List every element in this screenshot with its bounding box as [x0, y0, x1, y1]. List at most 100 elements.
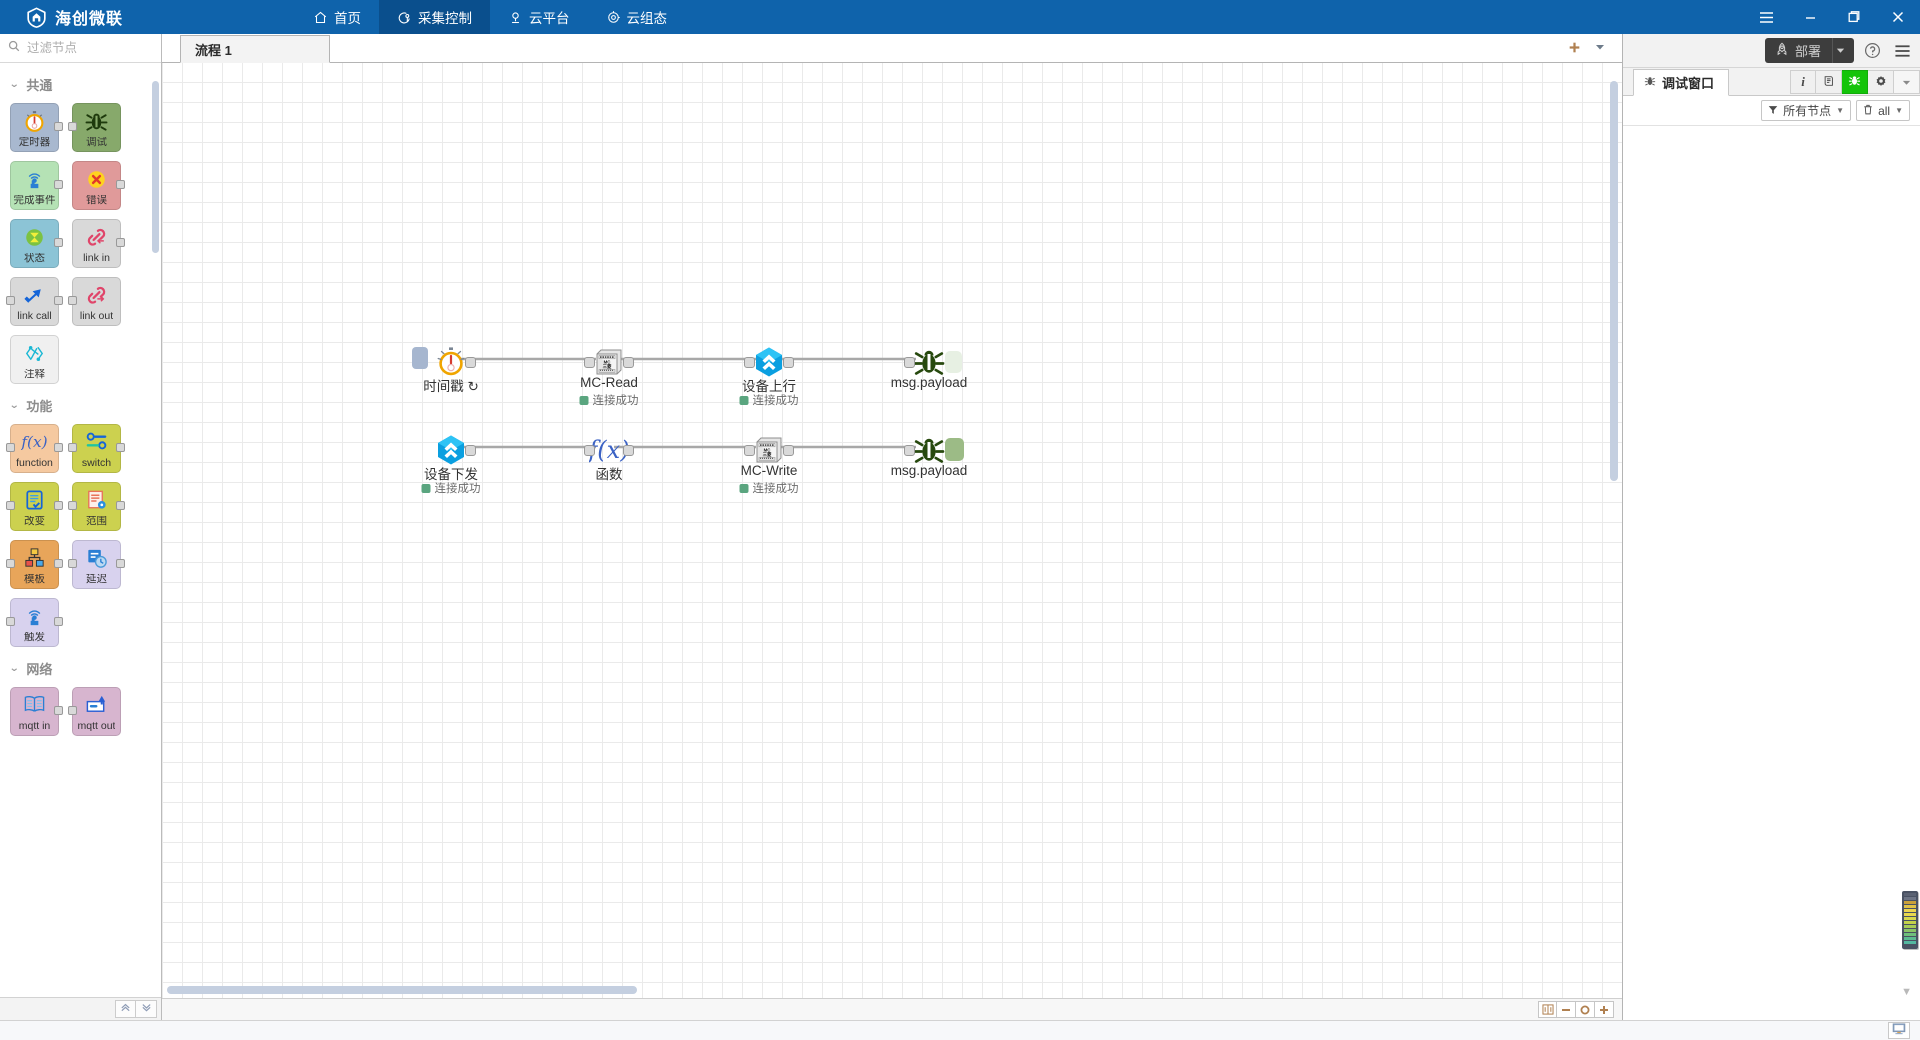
fit-view-button[interactable]: [1538, 1001, 1557, 1018]
node-output-port[interactable]: [116, 238, 125, 247]
deploy-main[interactable]: 部署: [1765, 38, 1832, 63]
node-input-port[interactable]: [68, 296, 77, 305]
node-output-port[interactable]: [54, 238, 63, 247]
palette-node-status[interactable]: 状态: [10, 219, 63, 268]
node-input-port[interactable]: [6, 443, 15, 452]
deploy-button[interactable]: 部署: [1764, 38, 1854, 63]
palette-node-link-call[interactable]: link call: [6, 277, 63, 326]
node-input-port[interactable]: [6, 617, 15, 626]
node-input-port[interactable]: [6, 501, 15, 510]
palette-node-link-in[interactable]: link in: [72, 219, 125, 268]
node-input-port[interactable]: [904, 357, 915, 368]
sidebar-info-tab[interactable]: i: [1790, 70, 1816, 94]
nav-item-acquisition[interactable]: 采集控制: [379, 0, 491, 34]
nav-item-cloud-platform[interactable]: 云平台: [490, 0, 588, 34]
sidebar-tab-debug[interactable]: 调试窗口: [1633, 69, 1730, 96]
flow-node-inject[interactable]: 时间戳 ↻: [412, 345, 479, 394]
node-output-port[interactable]: [116, 180, 125, 189]
canvas-horizontal-scrollbar[interactable]: [167, 986, 637, 994]
palette-node-change[interactable]: 改变: [6, 482, 63, 531]
debug-toggle-tab[interactable]: [945, 438, 964, 461]
sidebar-help-tab[interactable]: [1816, 70, 1842, 94]
node-output-port[interactable]: [465, 357, 476, 368]
debug-clear-filter[interactable]: all ▼: [1856, 100, 1910, 121]
palette-node-switch[interactable]: switch: [68, 424, 125, 473]
debug-node-filter[interactable]: 所有节点 ▼: [1761, 100, 1852, 121]
palette-node-error[interactable]: 错误: [72, 161, 125, 210]
palette-node-template[interactable]: 模板: [6, 540, 63, 589]
palette-category-function[interactable]: ⌄ 功能: [0, 390, 161, 421]
palette-node-function[interactable]: f(x) function: [6, 424, 63, 473]
sidebar-config-tab[interactable]: [1868, 70, 1894, 94]
sidebar-menu-button[interactable]: [1890, 39, 1914, 63]
flow-node-debug-1[interactable]: msg.payload: [891, 345, 967, 390]
search-input[interactable]: [25, 40, 153, 56]
flow-node-device-uplink[interactable]: 设备上行 连接成功: [739, 345, 799, 407]
sidebar-more-tabs[interactable]: [1894, 70, 1920, 94]
zoom-out-button[interactable]: [1557, 1001, 1576, 1018]
node-output-port[interactable]: [54, 706, 63, 715]
node-input-port[interactable]: [68, 501, 77, 510]
node-output-port[interactable]: [54, 122, 63, 131]
flow-node-debug-2[interactable]: msg.payload: [891, 433, 967, 478]
deploy-caret[interactable]: [1832, 38, 1854, 63]
palette-category-network[interactable]: ⌄ 网络: [0, 653, 161, 684]
expand-all-button[interactable]: [136, 1000, 157, 1018]
palette-node-timer[interactable]: 定时器: [10, 103, 63, 152]
node-output-port[interactable]: [783, 357, 794, 368]
node-output-port[interactable]: [54, 501, 63, 510]
palette-node-trigger[interactable]: 触发: [6, 598, 63, 647]
node-output-port[interactable]: [54, 617, 63, 626]
node-output-port[interactable]: [116, 559, 125, 568]
flow-node-function[interactable]: f(x) 函数: [584, 433, 634, 482]
collapse-all-button[interactable]: [115, 1000, 136, 1018]
palette-scrollbar[interactable]: [152, 81, 159, 253]
node-input-port[interactable]: [744, 357, 755, 368]
node-output-port[interactable]: [54, 559, 63, 568]
sidebar-debug-tab[interactable]: [1842, 70, 1868, 94]
palette-node-complete[interactable]: 完成事件: [10, 161, 63, 210]
help-button[interactable]: [1860, 39, 1884, 63]
palette-node-debug[interactable]: 调试: [68, 103, 121, 152]
node-input-port[interactable]: [68, 122, 77, 131]
window-menu-button[interactable]: [1744, 0, 1788, 34]
node-output-port[interactable]: [623, 357, 634, 368]
palette-node-link-out[interactable]: link out: [68, 277, 121, 326]
palette-search[interactable]: [0, 34, 161, 63]
debug-message-list[interactable]: ▼: [1623, 126, 1920, 1020]
node-input-port[interactable]: [584, 445, 595, 456]
node-output-port[interactable]: [116, 501, 125, 510]
node-input-port[interactable]: [744, 445, 755, 456]
inject-button-tab[interactable]: [412, 347, 428, 369]
palette-node-mqtt-in[interactable]: mqtt in: [10, 687, 63, 736]
flow-canvas-container[interactable]: 时间戳 ↻ MC 三菱 MC-Read 连接成功 设备上行 连接成功 msg.p…: [162, 63, 1622, 998]
palette-node-comment[interactable]: 注释: [10, 335, 59, 384]
window-close-button[interactable]: [1876, 0, 1920, 34]
node-output-port[interactable]: [623, 445, 634, 456]
flow-node-mc-write[interactable]: MC 三菱 MC-Write 连接成功: [739, 433, 799, 495]
palette-node-range[interactable]: 范围: [68, 482, 125, 531]
nav-item-home[interactable]: 首页: [295, 0, 379, 34]
node-input-port[interactable]: [904, 445, 915, 456]
debug-toggle-tab[interactable]: [945, 351, 962, 373]
palette-category-common[interactable]: ⌄ 共通: [0, 69, 161, 100]
node-input-port[interactable]: [68, 443, 77, 452]
window-minimize-button[interactable]: [1788, 0, 1832, 34]
flow-node-mc-read[interactable]: MC 三菱 MC-Read 连接成功: [579, 345, 639, 407]
node-output-port[interactable]: [54, 443, 63, 452]
zoom-in-button[interactable]: [1595, 1001, 1614, 1018]
palette-node-delay[interactable]: 延迟: [68, 540, 125, 589]
node-input-port[interactable]: [6, 559, 15, 568]
node-input-port[interactable]: [68, 559, 77, 568]
flow-tab-1[interactable]: 流程 1: [180, 35, 330, 63]
node-output-port[interactable]: [783, 445, 794, 456]
node-input-port[interactable]: [584, 357, 595, 368]
flow-menu-button[interactable]: [1588, 36, 1612, 58]
node-output-port[interactable]: [54, 180, 63, 189]
node-output-port[interactable]: [465, 445, 476, 456]
add-flow-button[interactable]: [1562, 36, 1586, 58]
node-output-port[interactable]: [116, 443, 125, 452]
canvas-vertical-scrollbar[interactable]: [1610, 81, 1618, 481]
node-input-port[interactable]: [6, 296, 15, 305]
node-input-port[interactable]: [68, 706, 77, 715]
